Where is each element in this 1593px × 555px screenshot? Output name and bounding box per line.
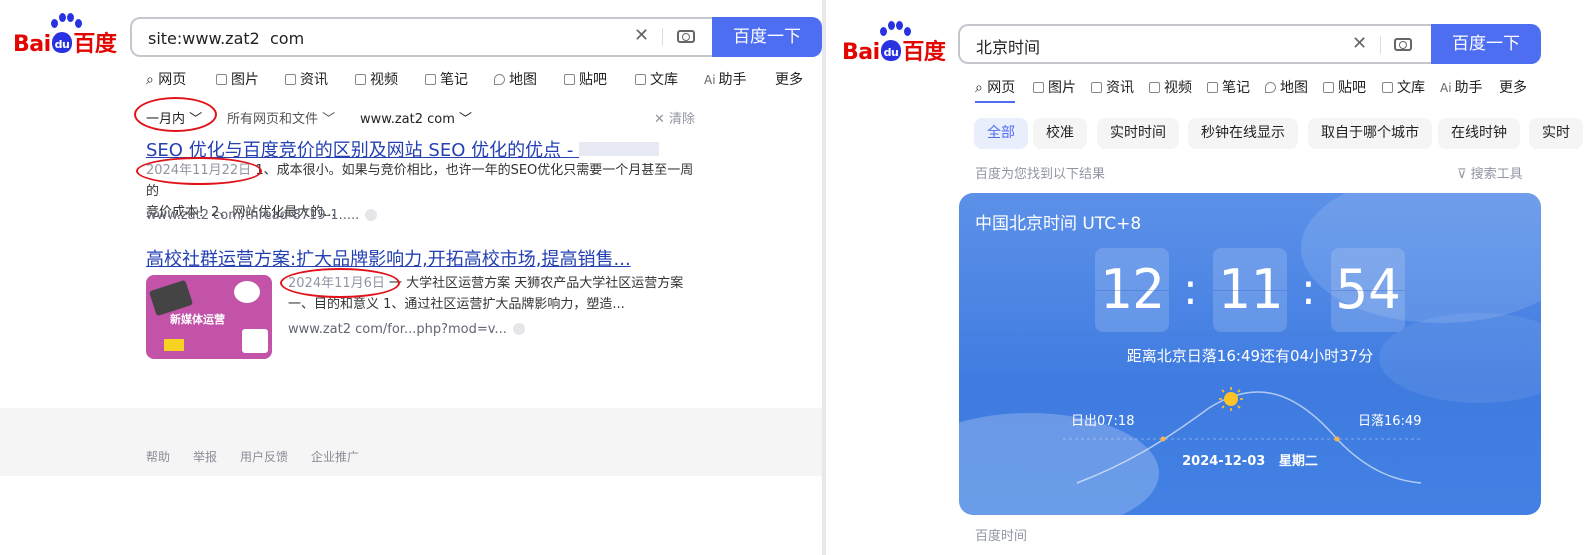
search-tools[interactable]: ⊽ 搜索工具 xyxy=(1457,163,1523,182)
search-icon: ⌕ xyxy=(975,80,983,96)
active-underline xyxy=(975,101,1016,103)
tab-video[interactable]: 视频 xyxy=(355,69,398,89)
footer-promotion[interactable]: 企业推广 xyxy=(311,448,359,465)
tab-news[interactable]: 资讯 xyxy=(285,69,328,89)
result-thumbnail[interactable]: 新媒体运营 xyxy=(146,275,272,359)
image-icon xyxy=(1033,82,1044,93)
tab-images[interactable]: 图片 xyxy=(216,69,259,89)
chip-calibrate[interactable]: 校准 xyxy=(1033,118,1087,149)
result-count: 百度为您找到以下结果 xyxy=(975,167,1106,182)
chip-which-city[interactable]: 取自于哪个城市 xyxy=(1308,118,1432,149)
tab-map[interactable]: 地图 xyxy=(494,69,537,89)
clear-icon[interactable]: ✕ xyxy=(634,25,649,46)
source-label[interactable]: 百度时间 xyxy=(975,525,1027,544)
chevron-down-icon: ﹀ xyxy=(322,112,336,127)
redaction-blur xyxy=(579,142,660,156)
search-box[interactable]: ✕ xyxy=(958,24,1432,64)
window-divider xyxy=(822,0,826,555)
result-url[interactable]: www.zat2 com/for...php?mod=v... xyxy=(288,322,525,337)
chip-all[interactable]: 全部 xyxy=(974,118,1028,149)
filetype-filter[interactable]: 所有网页和文件 ﹀ xyxy=(227,108,335,127)
tab-assistant[interactable]: Ai 助手 xyxy=(1440,77,1483,97)
tieba-icon xyxy=(564,74,575,85)
chip-realtime[interactable]: 实时时间 xyxy=(1097,118,1179,149)
search-button[interactable]: 百度一下 xyxy=(1431,24,1541,64)
tab-wenku[interactable]: 文库 xyxy=(635,69,678,89)
filter-icon: ⊽ xyxy=(1457,167,1467,182)
tab-notes[interactable]: 笔记 xyxy=(1207,77,1250,97)
search-button[interactable]: 百度一下 xyxy=(712,17,822,57)
clear-icon[interactable]: ✕ xyxy=(1352,33,1367,54)
left-window: Baidu百度 ✕ 百度一下 ⌕ 网页 图片 资讯 视频 笔记 地图 贴吧 文库… xyxy=(0,0,822,555)
divider xyxy=(1380,36,1381,54)
close-icon: ✕ xyxy=(654,112,665,127)
baidu-logo[interactable]: Bai du 百度 xyxy=(13,13,117,58)
tab-assistant[interactable]: Ai 助手 xyxy=(704,69,747,89)
tab-map[interactable]: 地图 xyxy=(1265,77,1308,97)
footer-feedback[interactable]: 用户反馈 xyxy=(240,448,288,465)
footer-report[interactable]: 举报 xyxy=(193,448,217,465)
chip-seconds-online[interactable]: 秒钟在线显示 xyxy=(1188,118,1298,149)
divider xyxy=(662,28,663,46)
result-url[interactable]: www.zat2 com/thread-8719-1..... xyxy=(146,208,378,223)
news-icon xyxy=(1091,82,1102,93)
wenku-icon xyxy=(1382,82,1393,93)
map-icon xyxy=(494,74,505,85)
tab-wenku[interactable]: 文库 xyxy=(1382,77,1425,97)
site-filter[interactable]: www.zat2 com ﹀ xyxy=(360,108,472,127)
sunset-label: 日落16:49 xyxy=(1358,414,1422,429)
sun-icon xyxy=(1219,387,1243,411)
annotation-circle xyxy=(280,268,400,298)
tab-notes[interactable]: 笔记 xyxy=(425,69,468,89)
notes-icon xyxy=(425,74,436,85)
tab-tieba[interactable]: 贴吧 xyxy=(564,69,607,89)
search-icon: ⌕ xyxy=(146,72,154,88)
notes-icon xyxy=(1207,82,1218,93)
tab-video[interactable]: 视频 xyxy=(1149,77,1192,97)
dropdown-icon[interactable] xyxy=(512,323,525,335)
tab-news[interactable]: 资讯 xyxy=(1091,77,1134,97)
clock-date: 2024-12-03 星期二 xyxy=(1182,454,1318,469)
dropdown-icon[interactable] xyxy=(365,209,378,221)
camera-icon[interactable] xyxy=(677,30,695,43)
tab-more[interactable]: 更多 xyxy=(1499,77,1527,97)
tab-webpage[interactable]: ⌕ 网页 xyxy=(975,77,1016,103)
video-icon xyxy=(355,74,366,85)
result-title[interactable]: 高校社群运营方案:扩大品牌影响力,开拓高校市场,提高销售... xyxy=(146,245,631,271)
tieba-icon xyxy=(1323,82,1334,93)
annotation-circle xyxy=(134,97,217,132)
search-input[interactable] xyxy=(146,27,620,49)
wenku-icon xyxy=(635,74,646,85)
ai-icon: Ai xyxy=(1440,81,1452,95)
chevron-down-icon: ﹀ xyxy=(459,112,473,127)
image-icon xyxy=(216,74,227,85)
chip-online-clock[interactable]: 在线时钟 xyxy=(1438,118,1520,149)
tab-images[interactable]: 图片 xyxy=(1033,77,1076,97)
tab-more[interactable]: 更多 xyxy=(775,69,803,89)
tab-tieba[interactable]: 贴吧 xyxy=(1323,77,1366,97)
search-input[interactable] xyxy=(974,35,1338,57)
map-icon xyxy=(1265,82,1276,93)
video-icon xyxy=(1149,82,1160,93)
news-icon xyxy=(285,74,296,85)
baidu-logo[interactable]: Bai du 百度 xyxy=(842,21,946,66)
annotation-circle xyxy=(136,157,262,185)
beijing-time-card: 中国北京时间 UTC+8 12 : 11 : 54 距离北京日落16:49还有0… xyxy=(959,193,1541,515)
footer: 帮助 举报 用户反馈 企业推广 xyxy=(0,408,822,476)
search-box[interactable]: ✕ xyxy=(130,17,713,57)
ai-icon: Ai xyxy=(704,73,716,87)
sunrise-label: 日出07:18 xyxy=(1071,414,1135,429)
tab-webpage[interactable]: ⌕ 网页 xyxy=(146,69,186,89)
chip-realtime-more[interactable]: 实时 xyxy=(1529,118,1583,149)
camera-icon[interactable] xyxy=(1394,38,1412,51)
clear-filter-button[interactable]: ✕ 清除 xyxy=(654,108,695,127)
footer-help[interactable]: 帮助 xyxy=(146,448,170,465)
